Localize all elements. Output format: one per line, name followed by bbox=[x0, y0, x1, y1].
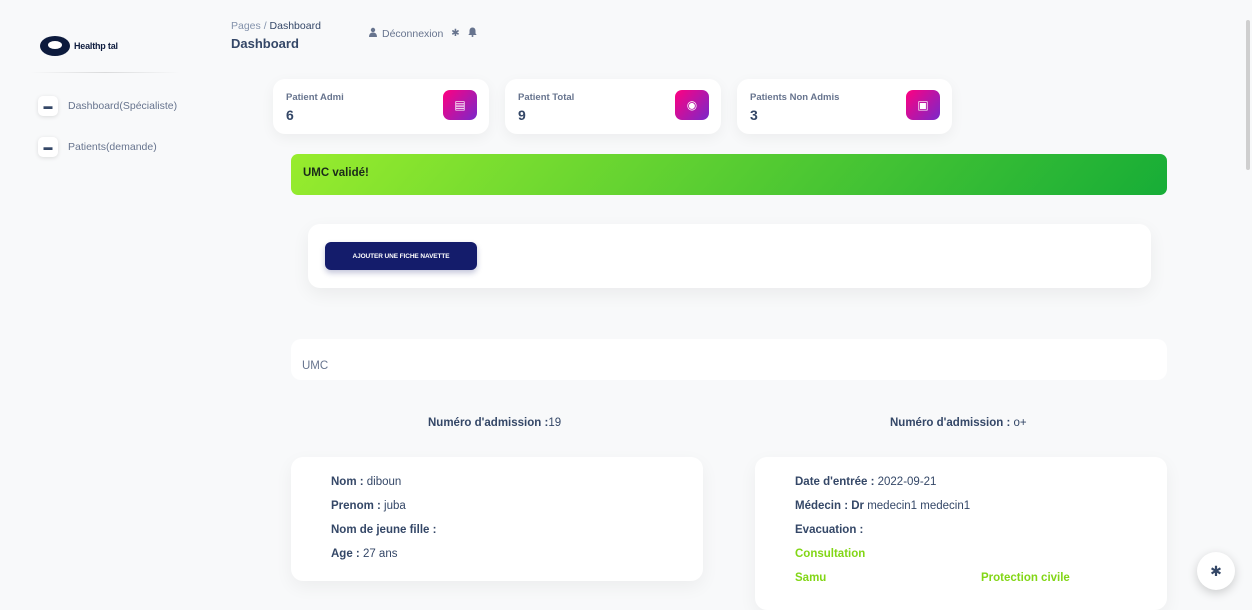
action-card: AJOUTER UNE FICHE NAVETTE bbox=[308, 224, 1151, 288]
patient-prenom: Prenom : juba bbox=[331, 500, 406, 512]
samu-label: Samu bbox=[795, 572, 827, 584]
user-icon bbox=[368, 27, 378, 40]
entry-info-card: Date d'entrée : 2022-09-21 Médecin : Dr … bbox=[755, 457, 1167, 610]
nom-value: diboun bbox=[363, 476, 402, 488]
admission-label: Numéro d'admission : bbox=[890, 417, 1011, 429]
page-title: Dashboard bbox=[231, 36, 299, 51]
logout-label: Déconnexion bbox=[382, 27, 444, 40]
store-icon: ▬ bbox=[38, 96, 58, 116]
umc-section: UMC bbox=[291, 339, 1167, 380]
breadcrumb-root[interactable]: Pages bbox=[231, 20, 261, 32]
protection-civile-label: Protection civile bbox=[981, 572, 1070, 584]
globe-icon: ◉ bbox=[675, 90, 709, 120]
stat-value: 3 bbox=[750, 107, 758, 123]
patient-jeune-fille: Nom de jeune fille : bbox=[331, 524, 436, 536]
bell-icon[interactable] bbox=[467, 27, 477, 40]
medecin-value: medecin1 medecin1 bbox=[864, 500, 971, 512]
header-actions: Déconnexion ✱ bbox=[368, 27, 477, 40]
entry-evacuation: Evacuation : bbox=[795, 524, 863, 536]
medecin-label: Médecin : Dr bbox=[795, 500, 865, 512]
date-value: 2022-09-21 bbox=[874, 476, 937, 488]
prenom-label: Prenom : bbox=[331, 500, 381, 512]
brand[interactable]: Healthp tal bbox=[40, 36, 118, 56]
age-value: 27 ans bbox=[359, 548, 398, 560]
stat-value: 9 bbox=[518, 107, 526, 123]
brand-name: Healthp tal bbox=[74, 41, 118, 51]
admission-value: o+ bbox=[1010, 417, 1027, 429]
stat-label: Patient Admi bbox=[286, 92, 344, 103]
entry-medecin: Médecin : Dr medecin1 medecin1 bbox=[795, 500, 970, 512]
age-label: Age : bbox=[331, 548, 360, 560]
sidebar: Healthp tal ▬ Dashboard(Spécialiste) ▬ P… bbox=[0, 0, 200, 610]
patient-info-card: Nom : diboun Prenom : juba Nom de jeune … bbox=[291, 457, 703, 581]
admission-number-left: Numéro d'admission :19 bbox=[428, 417, 561, 429]
stat-value: 6 bbox=[286, 107, 294, 123]
brand-logo-icon bbox=[40, 36, 70, 56]
stat-label: Patients Non Admis bbox=[750, 92, 840, 103]
gear-icon[interactable]: ✱ bbox=[451, 28, 459, 39]
gear-icon: ✱ bbox=[1210, 562, 1222, 579]
prenom-value: juba bbox=[380, 500, 406, 512]
sidebar-item-dashboard[interactable]: ▬ Dashboard(Spécialiste) bbox=[38, 96, 177, 116]
breadcrumb: Pages / Dashboard bbox=[231, 20, 321, 32]
store-icon: ▬ bbox=[38, 137, 58, 157]
nom-label: Nom : bbox=[331, 476, 364, 488]
stat-card-patient-total: Patient Total 9 ◉ bbox=[505, 79, 721, 134]
add-fiche-navette-button[interactable]: AJOUTER UNE FICHE NAVETTE bbox=[325, 242, 477, 270]
success-alert: UMC validé! bbox=[291, 154, 1167, 195]
breadcrumb-separator: / bbox=[263, 20, 267, 32]
sidebar-item-patients[interactable]: ▬ Patients(demande) bbox=[38, 137, 157, 157]
breadcrumb-current: Dashboard bbox=[269, 20, 321, 32]
date-label: Date d'entrée : bbox=[795, 476, 875, 488]
sidebar-divider bbox=[30, 72, 180, 73]
stat-card-patient-admi: Patient Admi 6 ▤ bbox=[273, 79, 489, 134]
stat-card-patients-non-admis: Patients Non Admis 3 ▣ bbox=[737, 79, 952, 134]
jeune-fille-label: Nom de jeune fille : bbox=[331, 524, 437, 536]
sidebar-item-label: Dashboard(Spécialiste) bbox=[68, 100, 178, 112]
sidebar-item-label: Patients(demande) bbox=[68, 141, 157, 153]
contact-card-icon: ▣ bbox=[906, 90, 940, 120]
patient-nom: Nom : diboun bbox=[331, 476, 401, 488]
stat-label: Patient Total bbox=[518, 92, 575, 103]
consultation-label: Consultation bbox=[795, 548, 866, 560]
settings-fab[interactable]: ✱ bbox=[1197, 552, 1235, 590]
admission-number-right: Numéro d'admission : o+ bbox=[890, 417, 1027, 429]
patient-age: Age : 27 ans bbox=[331, 548, 397, 560]
entry-date: Date d'entrée : 2022-09-21 bbox=[795, 476, 936, 488]
scrollbar[interactable] bbox=[1246, 20, 1250, 170]
logout-button[interactable]: Déconnexion bbox=[368, 27, 443, 40]
admission-value: 19 bbox=[548, 417, 562, 429]
layers-icon: ▤ bbox=[443, 90, 477, 120]
evacuation-label: Evacuation : bbox=[795, 524, 864, 536]
admission-label: Numéro d'admission : bbox=[428, 417, 549, 429]
